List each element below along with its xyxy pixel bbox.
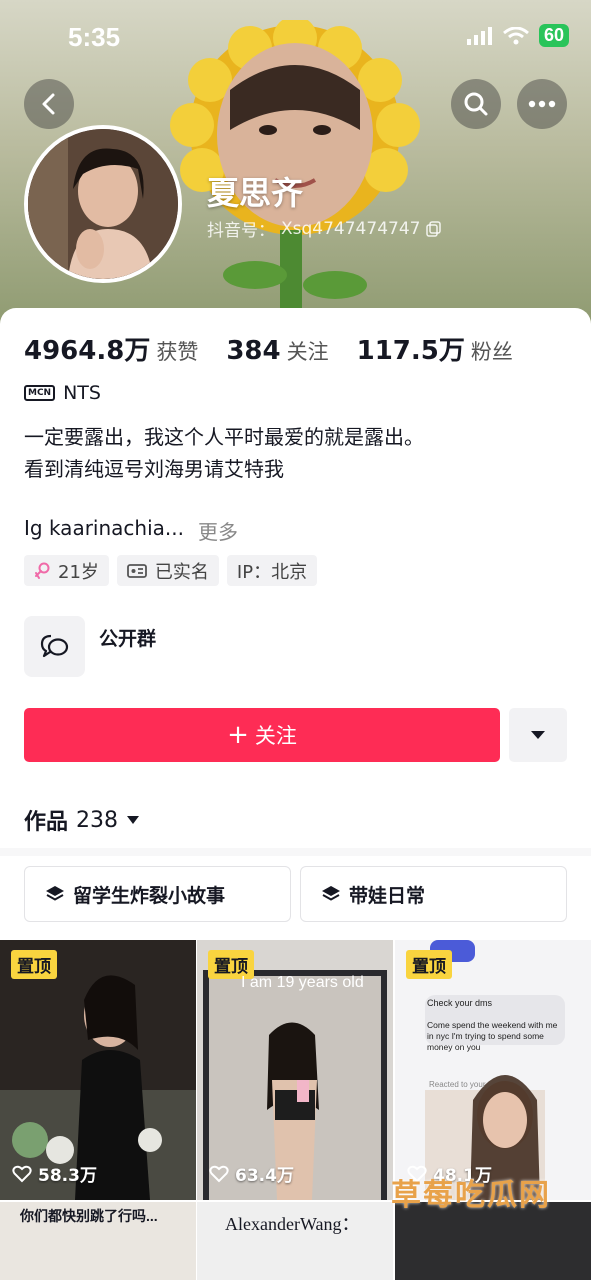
video-likes: 58.3万 (12, 1161, 97, 1186)
douyin-id-value: Xsq4747474747 (281, 218, 421, 239)
status-bar: 5:35 60 (0, 18, 591, 58)
profile-banner: 5:35 60 夏思齐 抖音号： Xsq4747474747 (0, 0, 591, 330)
group-chat-icon (24, 616, 85, 677)
more-icon (528, 100, 556, 108)
works-label: 作品 (24, 810, 69, 835)
pinned-badge: 置顶 (406, 950, 452, 979)
female-icon (35, 562, 50, 579)
signal-icon (466, 26, 492, 45)
video-caption: AlexanderWang： (225, 1214, 360, 1234)
video-caption: 你们都快别跳了行吗... (20, 1208, 158, 1224)
copy-icon[interactable] (426, 220, 442, 237)
plus-icon: + (227, 720, 249, 750)
following-count[interactable]: 384 (226, 336, 280, 366)
bio-line-3: Ig kaarinachia... (24, 516, 184, 540)
status-icons: 60 (466, 24, 569, 47)
tag-age: 21岁 (24, 555, 109, 586)
watermark-text: 草莓吃瓜网 (391, 1178, 551, 1213)
mcn-info[interactable]: MCN NTS (24, 382, 101, 404)
more-options-button[interactable] (517, 79, 567, 129)
avatar[interactable] (24, 125, 182, 283)
wifi-icon (503, 26, 529, 44)
likes-count[interactable]: 4964.8万 (24, 330, 150, 367)
layers-icon (322, 886, 340, 901)
fan-group[interactable]: 公开群 (24, 616, 156, 677)
video-grid: 置顶 58.3万 置顶 I am 19 years old 63.4万 置顶 C… (0, 940, 591, 1280)
heart-icon (209, 1165, 229, 1182)
search-icon (464, 92, 488, 116)
tag-age-text: 21岁 (58, 561, 99, 583)
works-count: 238 (76, 807, 119, 833)
collection-item[interactable]: 带娃日常 (300, 866, 567, 922)
bio-text: 一定要露出，我这个人平时最爱的就是露出。 看到清纯逗号刘海男请艾特我 (24, 421, 424, 485)
profile-nickname: 夏思齐 (207, 174, 304, 212)
profile-tags: 21岁 已实名 IP：北京 (24, 555, 318, 586)
tag-verified-text: 已实名 (154, 561, 209, 583)
back-button[interactable] (24, 79, 74, 129)
follow-row: + 关注 (24, 708, 567, 762)
bio-line-2: 看到清纯逗号刘海男请艾特我 (24, 457, 284, 481)
tag-verified: 已实名 (116, 555, 219, 586)
chevron-left-icon (42, 93, 55, 115)
collections: 留学生炸裂小故事 带娃日常 (24, 866, 567, 922)
follow-button[interactable]: + 关注 (24, 708, 500, 762)
group-name: 公开群 (99, 628, 157, 650)
collection-item[interactable]: 留学生炸裂小故事 (24, 866, 291, 922)
pinned-badge: 置顶 (11, 950, 57, 979)
bio-more-row: Ig kaarinachia... 更多 (24, 516, 238, 545)
caret-down-icon (127, 816, 140, 824)
collection-label: 留学生炸裂小故事 (73, 884, 226, 907)
following-label: 关注 (286, 340, 329, 364)
chat-bubble: Check your dms (427, 998, 493, 1008)
video-likes: 63.4万 (209, 1161, 294, 1186)
search-button[interactable] (451, 79, 501, 129)
mcn-name: NTS (63, 382, 101, 404)
bio-more-link[interactable]: 更多 (198, 516, 238, 545)
follow-button-label: 关注 (254, 724, 297, 748)
douyin-id-label: 抖音号： (207, 221, 275, 241)
video-likes-count: 63.4万 (235, 1166, 294, 1186)
video-likes-count: 58.3万 (38, 1166, 97, 1186)
profile-stats: 4964.8万 获赞 384 关注 117.5万 粉丝 (24, 330, 541, 367)
video-thumbnail[interactable]: 置顶 58.3万 (0, 940, 196, 1200)
douyin-id: 抖音号： Xsq4747474747 (207, 216, 442, 241)
recommend-dropdown-button[interactable] (509, 708, 567, 762)
chat-reaction: Reacted to your (429, 1080, 486, 1089)
followers-label: 粉丝 (470, 340, 513, 364)
video-thumbnail[interactable]: 置顶 Check your dms Come spend the weekend… (395, 940, 591, 1200)
tag-ip: IP：北京 (226, 555, 318, 586)
tag-ip-text: IP：北京 (236, 561, 308, 583)
status-time: 5:35 (68, 22, 121, 52)
id-card-icon (127, 563, 147, 578)
battery-indicator: 60 (538, 24, 569, 47)
followers-count[interactable]: 117.5万 (357, 330, 465, 367)
video-thumbnail[interactable]: 置顶 I am 19 years old 63.4万 (197, 940, 393, 1200)
layers-icon (46, 886, 64, 901)
caret-down-icon (531, 731, 545, 739)
heart-icon (12, 1165, 32, 1182)
video-thumbnail[interactable]: 你们都快别跳了行吗... (0, 1202, 196, 1280)
avatar-photo (28, 129, 178, 279)
video-thumbnail[interactable]: AlexanderWang： (197, 1202, 393, 1280)
chat-bubble: Come spend the weekend with me in nyc I'… (427, 1020, 558, 1052)
section-divider (0, 848, 591, 856)
mcn-badge-icon: MCN (24, 385, 56, 401)
collection-label: 带娃日常 (349, 884, 426, 907)
profile-card: 4964.8万 获赞 384 关注 117.5万 粉丝 MCN NTS 一定要露… (0, 308, 591, 1280)
bio-line-1: 一定要露出，我这个人平时最爱的就是露出。 (24, 425, 424, 449)
video-caption: I am 19 years old (241, 974, 364, 991)
works-tab[interactable]: 作品 238 (24, 804, 140, 836)
likes-label: 获赞 (156, 340, 199, 364)
